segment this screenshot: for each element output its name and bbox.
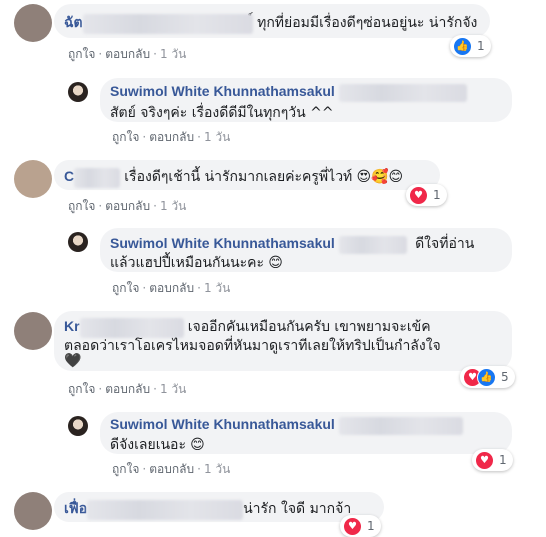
emoji: 😊	[268, 255, 283, 271]
avatar[interactable]	[68, 232, 88, 252]
commenter-name[interactable]: เฟื่อ	[64, 500, 87, 516]
reply-link[interactable]: ตอบกลับ	[149, 462, 194, 476]
reaction-count: 1	[367, 519, 375, 533]
comment-bubble: Suwimol White Khunnathamsakul ดีจังเลยเน…	[100, 412, 512, 454]
reaction-summary[interactable]: ♥ 1	[340, 515, 381, 537]
like-link[interactable]: ถูกใจ	[68, 47, 95, 61]
comment-bubble: Kr เจออีกคันเหมือนกันครับ เขาพยามจะเข้ค …	[54, 311, 512, 371]
timestamp[interactable]: 1 วัน	[160, 382, 186, 396]
like-icon: 👍	[453, 36, 472, 56]
comment-text: เรื่องดีๆเช้านี้ น่ารักมากเลยค่ะครูพี่ไว…	[124, 169, 353, 185]
comment-actions: ถูกใจ · ตอบกลับ · 1 วัน	[68, 47, 187, 61]
emoji: 😍🥰😊	[356, 169, 404, 185]
emoji: 😊	[190, 437, 205, 453]
avatar[interactable]	[14, 4, 52, 42]
comment-actions: ถูกใจ · ตอบกลับ · 1 วัน	[112, 462, 231, 476]
commenter-name[interactable]: Suwimol White Khunnathamsakul	[110, 416, 335, 432]
redacted-name	[74, 167, 121, 188]
redacted-name	[82, 13, 253, 34]
reaction-summary[interactable]: ♥ 👍 5	[460, 366, 515, 388]
reaction-count: 1	[433, 188, 441, 202]
like-link[interactable]: ถูกใจ	[68, 199, 95, 213]
comment-actions: ถูกใจ · ตอบกลับ · 1 วัน	[68, 382, 187, 396]
timestamp[interactable]: 1 วัน	[160, 199, 186, 213]
like-link[interactable]: ถูกใจ	[112, 462, 139, 476]
reaction-count: 5	[501, 370, 509, 384]
love-icon: ♥	[343, 516, 362, 536]
reaction-count: 1	[499, 453, 507, 467]
redacted-name	[338, 416, 463, 435]
comment-bubble: เฟื่อ น่ารัก ใจดี มากจ้า	[54, 492, 384, 522]
timestamp[interactable]: 1 วัน	[160, 47, 186, 61]
love-icon: ♥	[475, 450, 494, 470]
like-link[interactable]: ถูกใจ	[68, 382, 95, 396]
comment-bubble: C เรื่องดีๆเช้านี้ น่ารักมากเลยค่ะครูพี่…	[54, 160, 440, 190]
like-icon: 👍	[477, 367, 496, 387]
comment-text: ์ ทุกที่ย่อมมีเรื่องดีๆซ่อนอยู่นะ น่ารัก…	[252, 15, 478, 31]
reaction-count: 1	[477, 39, 485, 53]
reaction-summary[interactable]: ♥ 1	[406, 184, 447, 206]
timestamp[interactable]: 1 วัน	[204, 281, 230, 295]
comment-thread: ฉัต์ ทุกที่ย่อมมีเรื่องดีๆซ่อนอยู่นะ น่า…	[0, 0, 546, 537]
timestamp[interactable]: 1 วัน	[204, 462, 230, 476]
commenter-name[interactable]: Kr	[64, 318, 80, 334]
comment-text: น่ารัก ใจดี มากจ้า	[243, 501, 352, 517]
commenter-name[interactable]: Suwimol White Khunnathamsakul	[110, 83, 335, 99]
redacted-name	[87, 499, 244, 520]
avatar[interactable]	[14, 160, 52, 198]
avatar[interactable]	[68, 82, 88, 102]
reply-link[interactable]: ตอบกลับ	[105, 199, 150, 213]
reply-link[interactable]: ตอบกลับ	[105, 382, 150, 396]
redacted-name	[338, 83, 467, 102]
love-icon: ♥	[409, 185, 428, 205]
like-link[interactable]: ถูกใจ	[112, 281, 139, 295]
reply-link[interactable]: ตอบกลับ	[105, 47, 150, 61]
reaction-summary[interactable]: 👍 1	[450, 35, 491, 57]
avatar[interactable]	[14, 312, 52, 350]
comment-text: ดีจังเลยเนอะ	[110, 437, 186, 453]
comment-text: แล้วแฮปปี้เหมือนกันนะคะ	[110, 255, 265, 271]
reaction-summary[interactable]: ♥ 1	[472, 449, 513, 471]
timestamp[interactable]: 1 วัน	[204, 130, 230, 144]
commenter-name[interactable]: C	[64, 168, 74, 184]
comment-bubble: Suwimol White Khunnathamsakul ดีใจที่อ่า…	[100, 228, 512, 272]
comment-text: ดีใจที่อ่าน	[415, 236, 475, 252]
avatar[interactable]	[68, 416, 88, 436]
comment-bubble: ฉัต์ ทุกที่ย่อมมีเรื่องดีๆซ่อนอยู่นะ น่า…	[54, 4, 490, 38]
like-link[interactable]: ถูกใจ	[112, 130, 139, 144]
comment-text: เจออีกคันเหมือนกันครับ เขาพยามจะเข้ค	[187, 319, 431, 335]
comment-text: ตลอดว่าเราโอเครไหมจอดที่หันมาดูเราทีเลยใ…	[64, 338, 441, 354]
avatar[interactable]	[14, 492, 52, 530]
commenter-name[interactable]: ฉัต	[64, 14, 83, 30]
comment-actions: ถูกใจ · ตอบกลับ · 1 วัน	[112, 281, 231, 295]
commenter-name[interactable]: Suwimol White Khunnathamsakul	[110, 235, 335, 251]
emoji: 🖤	[64, 353, 82, 369]
comment-bubble: Suwimol White Khunnathamsakul สัตย์ จริง…	[100, 78, 512, 122]
comment-text: สัตย์ จริงๆค่ะ เรื่องดีดีมีในทุกๆวัน ^^	[110, 105, 334, 121]
comment-actions: ถูกใจ · ตอบกลับ · 1 วัน	[68, 199, 187, 213]
comment-actions: ถูกใจ · ตอบกลับ · 1 วัน	[112, 130, 231, 144]
reply-link[interactable]: ตอบกลับ	[149, 130, 194, 144]
redacted-name	[338, 235, 407, 254]
reply-link[interactable]: ตอบกลับ	[149, 281, 194, 295]
